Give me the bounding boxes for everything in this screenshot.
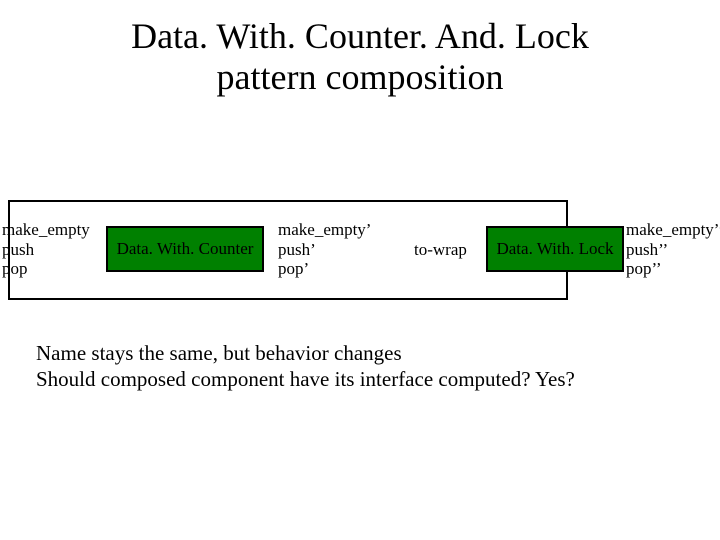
note-line-2: Should composed component have its inter… (36, 366, 575, 392)
out-push: push’’ (626, 240, 720, 260)
note-line-1: Name stays the same, but behavior change… (36, 340, 575, 366)
out-make-empty: make_empty’’ (626, 220, 720, 240)
mid-push: push’ (278, 240, 371, 260)
title-line-1: Data. With. Counter. And. Lock (0, 16, 720, 57)
box2-label: Data. With. Lock (496, 239, 613, 259)
out-pop: pop’’ (626, 259, 720, 279)
slide: Data. With. Counter. And. Lock pattern c… (0, 0, 720, 540)
input-pop: pop (2, 259, 90, 279)
box1-label: Data. With. Counter (117, 239, 254, 259)
diagram: make_empty push pop Data. With. Counter … (0, 190, 720, 320)
input-push: push (2, 240, 90, 260)
box-data-with-lock: Data. With. Lock (486, 226, 624, 272)
input-list: make_empty push pop (2, 220, 90, 279)
mid-pop: pop’ (278, 259, 371, 279)
title-line-2: pattern composition (0, 57, 720, 98)
slide-title: Data. With. Counter. And. Lock pattern c… (0, 16, 720, 99)
notes: Name stays the same, but behavior change… (36, 340, 575, 393)
input-make-empty: make_empty (2, 220, 90, 240)
mid-list: make_empty’ push’ pop’ (278, 220, 371, 279)
to-wrap-label: to-wrap (414, 240, 467, 260)
output-list: make_empty’’ push’’ pop’’ (626, 220, 720, 279)
mid-make-empty: make_empty’ (278, 220, 371, 240)
box-data-with-counter: Data. With. Counter (106, 226, 264, 272)
